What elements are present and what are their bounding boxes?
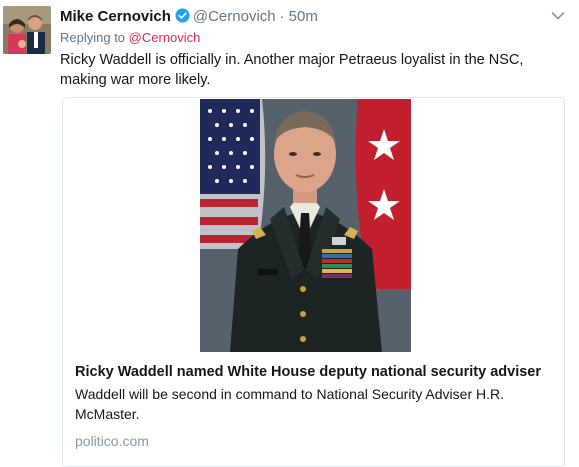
tweet-header: Mike Cernovich @Cernovich · 50m <box>60 6 318 26</box>
card-description: Waddell will be second in command to Nat… <box>75 386 505 422</box>
card-domain[interactable]: politico.com <box>75 433 555 449</box>
separator-dot: · <box>279 8 285 25</box>
verified-badge-icon <box>175 8 190 23</box>
tweet-text: Ricky Waddell is officially in. Another … <box>60 52 524 88</box>
chevron-down-icon[interactable] <box>551 8 565 20</box>
author-name[interactable]: Mike Cernovich <box>60 8 171 25</box>
card-image[interactable] <box>200 99 411 352</box>
reply-prefix: Replying to <box>60 30 126 45</box>
author-handle[interactable]: @Cernovich <box>193 8 276 25</box>
tweet[interactable]: Mike Cernovich @Cernovich · 50m Replying… <box>0 0 579 467</box>
tweet-timestamp[interactable]: 50m <box>289 8 318 25</box>
link-card[interactable]: Ricky Waddell named White House deputy n… <box>62 97 565 467</box>
avatar[interactable] <box>3 6 51 54</box>
card-title[interactable]: Ricky Waddell named White House deputy n… <box>75 362 555 382</box>
card-body: Ricky Waddell named White House deputy n… <box>75 362 555 449</box>
reply-to-link[interactable]: @Cernovich <box>129 30 201 45</box>
replying-to: Replying to @Cernovich <box>60 30 200 45</box>
